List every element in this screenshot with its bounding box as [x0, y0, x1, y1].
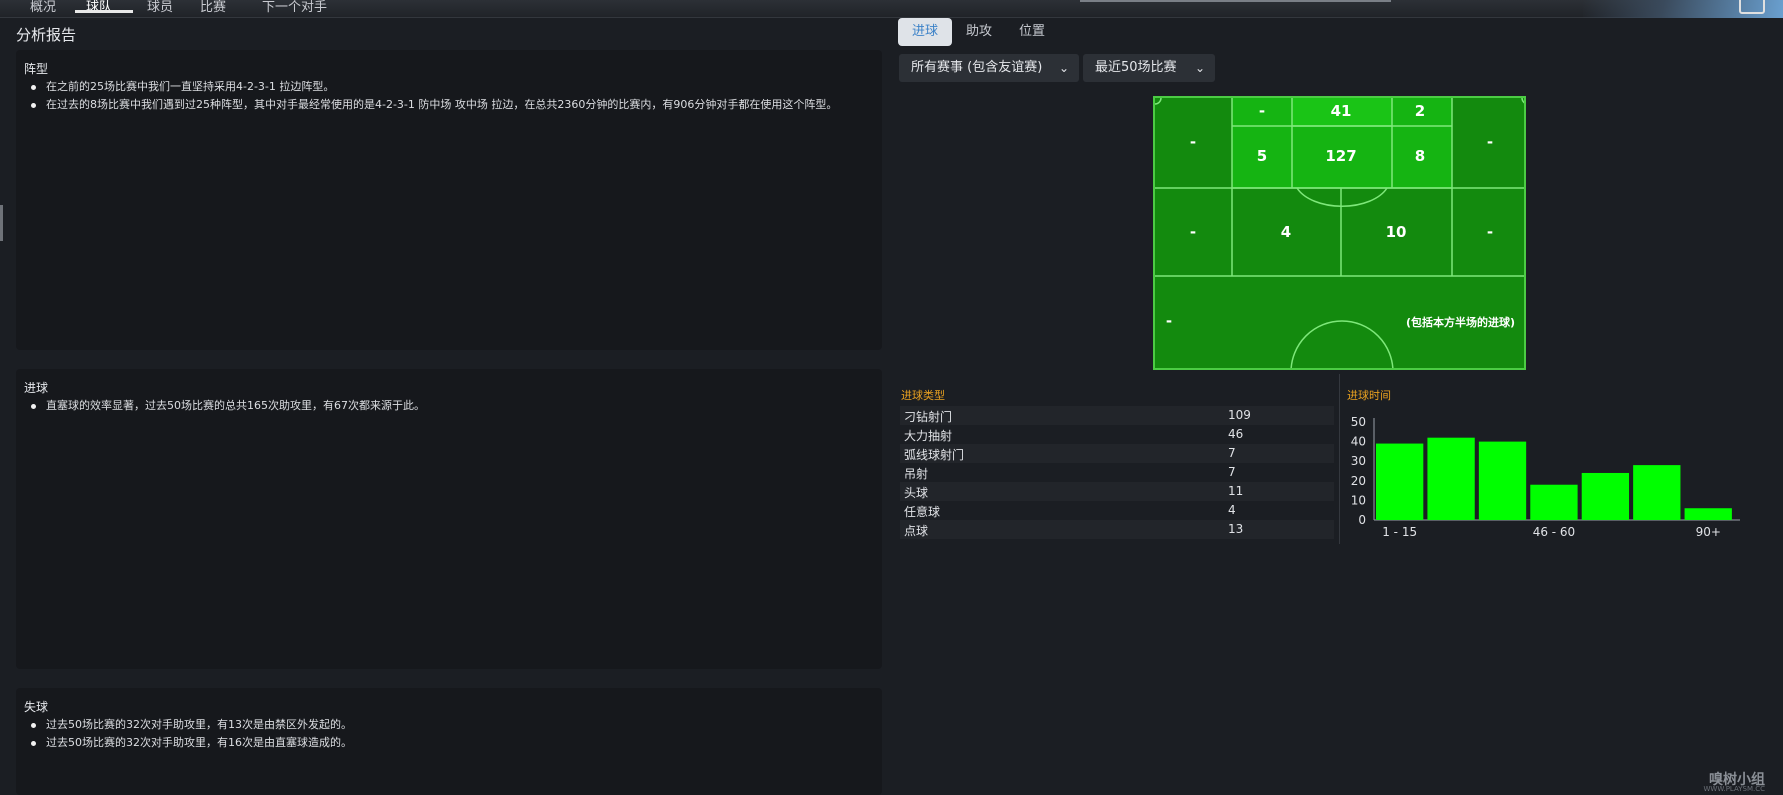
y-tick-label: 10 — [1351, 493, 1366, 507]
goals-list: 直塞球的效率显著，过去50场比赛的总共165次助攻里，有67次都来源于此。 — [28, 399, 874, 417]
zone-mid-right-wing: - — [1486, 223, 1494, 241]
zone-six-left: - — [1258, 102, 1266, 120]
bar-1-15 — [1376, 443, 1424, 520]
tab-assists[interactable]: 助攻 — [957, 18, 1001, 46]
conceded-heading: 失球 — [24, 700, 49, 714]
page-title: 分析报告 — [16, 26, 77, 44]
goal-time-title: 进球时间 — [1347, 389, 1391, 402]
bar-61-75 — [1581, 472, 1630, 520]
goals-heading: 进球 — [24, 381, 49, 395]
goal-type-name: 大力抽射 — [904, 429, 953, 443]
nav-active-underline — [75, 10, 133, 13]
zone-own-half-note: (包括本方半场的进球) — [1406, 316, 1516, 329]
zone-right-top: - — [1486, 133, 1494, 151]
goals-card: 进球 直塞球的效率显著，过去50场比赛的总共165次助攻里，有67次都来源于此。 — [16, 369, 882, 669]
goal-types-table: 刁钻射门 109 大力抽射 46 弧线球射门 7 吊射 7 头球 11 任意球 … — [900, 406, 1334, 539]
goal-types-title: 进球类型 — [901, 389, 945, 402]
nav-players[interactable]: 球员 — [147, 0, 173, 15]
table-row: 任意球 4 — [900, 501, 1334, 520]
goal-type-name: 吊射 — [904, 467, 929, 481]
goal-type-value: 46 — [1228, 427, 1244, 441]
formation-card: 阵型 在之前的25场比赛中我们一直坚持采用4-2-3-1 拉边阵型。 在过去的8… — [16, 50, 882, 350]
zone-box-left: 5 — [1256, 147, 1268, 165]
table-row: 大力抽射 46 — [900, 425, 1334, 444]
zone-box-center: 127 — [1325, 147, 1357, 165]
x-tick-label: 46 - 60 — [1533, 525, 1576, 539]
goal-type-name: 头球 — [904, 486, 929, 500]
goal-type-value: 11 — [1228, 484, 1244, 498]
goal-type-name: 刁钻射门 — [904, 410, 953, 424]
nav-matches[interactable]: 比赛 — [200, 0, 226, 15]
nav-overview[interactable]: 概况 — [30, 0, 56, 15]
bar-31-45 — [1478, 441, 1527, 520]
bar-90+ — [1684, 508, 1732, 520]
goal-type-value: 4 — [1228, 503, 1236, 517]
y-tick-label: 0 — [1358, 513, 1366, 527]
scroll-indicator[interactable] — [0, 205, 3, 241]
table-row: 吊射 7 — [900, 463, 1334, 482]
range-dropdown[interactable]: 最近50场比赛 ⌄ — [1083, 54, 1215, 82]
goal-type-name: 点球 — [904, 524, 929, 538]
formation-heading: 阵型 — [24, 62, 49, 76]
range-dropdown-label: 最近50场比赛 — [1095, 60, 1177, 75]
tab-goals[interactable]: 进球 — [898, 18, 952, 46]
zone-six-right: 2 — [1414, 102, 1426, 120]
goal-type-value: 13 — [1228, 522, 1244, 536]
competition-dropdown-label: 所有赛事 (包含友谊赛) — [911, 60, 1043, 75]
zone-mid-left: 4 — [1280, 223, 1292, 241]
goal-type-value: 7 — [1228, 446, 1236, 460]
zone-own-half: - — [1165, 312, 1173, 330]
zone-left-top: - — [1189, 133, 1197, 151]
table-row: 点球 13 — [900, 520, 1334, 539]
bar-76-90 — [1633, 465, 1681, 520]
y-tick-label: 40 — [1351, 435, 1366, 449]
conceded-list: 过去50场比赛的32次对手助攻里，有13次是由禁区外发起的。 过去50场比赛的3… — [28, 718, 874, 754]
list-item: 在之前的25场比赛中我们一直坚持采用4-2-3-1 拉边阵型。 — [28, 80, 874, 94]
chevron-down-icon: ⌄ — [1058, 61, 1069, 75]
list-item: 在过去的8场比赛中我们遇到过25种阵型，其中对手最经常使用的是4-2-3-1 防… — [28, 98, 874, 112]
watermark-url: WWW.PLAYSM.CC — [1703, 785, 1765, 793]
goal-type-value: 7 — [1228, 465, 1236, 479]
chevron-down-icon: ⌄ — [1194, 61, 1205, 75]
x-tick-label: 90+ — [1696, 525, 1721, 539]
table-row: 头球 11 — [900, 482, 1334, 501]
goal-type-name: 任意球 — [904, 505, 941, 519]
zone-mid-right: 10 — [1385, 223, 1407, 241]
list-item: 过去50场比赛的32次对手助攻里，有16次是由直塞球造成的。 — [28, 736, 874, 750]
goal-time-chart: 0 10 20 30 40 50 1 - 15 46 - 60 90+ — [1351, 415, 1740, 539]
conceded-card: 失球 过去50场比赛的32次对手助攻里，有13次是由禁区外发起的。 过去50场比… — [16, 688, 882, 795]
bar-16-30 — [1427, 437, 1475, 520]
divider — [1339, 374, 1340, 544]
nav-next-opponent[interactable]: 下一个对手 — [262, 0, 327, 15]
zone-box-right: 8 — [1414, 147, 1426, 165]
search-bar[interactable] — [1080, 0, 1391, 2]
pitch-map: - - 41 2 5 127 8 - - 4 10 - - (包括本方半场的进球… — [1153, 96, 1526, 370]
table-row: 刁钻射门 109 — [900, 406, 1334, 425]
y-tick-label: 50 — [1351, 415, 1366, 429]
competition-dropdown[interactable]: 所有赛事 (包含友谊赛) ⌄ — [899, 54, 1079, 82]
y-tick-label: 20 — [1351, 474, 1366, 488]
y-tick-label: 30 — [1351, 454, 1366, 468]
zone-mid-left-wing: - — [1189, 223, 1197, 241]
goal-type-value: 109 — [1228, 408, 1251, 422]
x-tick-label: 1 - 15 — [1382, 525, 1417, 539]
bar-46-60 — [1530, 484, 1578, 520]
top-nav: 概况 球队 球员 比赛 下一个对手 — [0, 0, 1783, 18]
list-item: 直塞球的效率显著，过去50场比赛的总共165次助攻里，有67次都来源于此。 — [28, 399, 874, 413]
tab-position[interactable]: 位置 — [1010, 18, 1054, 46]
club-badge-icon[interactable] — [1739, 0, 1765, 14]
formation-list: 在之前的25场比赛中我们一直坚持采用4-2-3-1 拉边阵型。 在过去的8场比赛… — [28, 80, 874, 116]
zone-six-center: 41 — [1330, 102, 1352, 120]
table-row: 弧线球射门 7 — [900, 444, 1334, 463]
goal-type-name: 弧线球射门 — [904, 448, 965, 462]
list-item: 过去50场比赛的32次对手助攻里，有13次是由禁区外发起的。 — [28, 718, 874, 732]
